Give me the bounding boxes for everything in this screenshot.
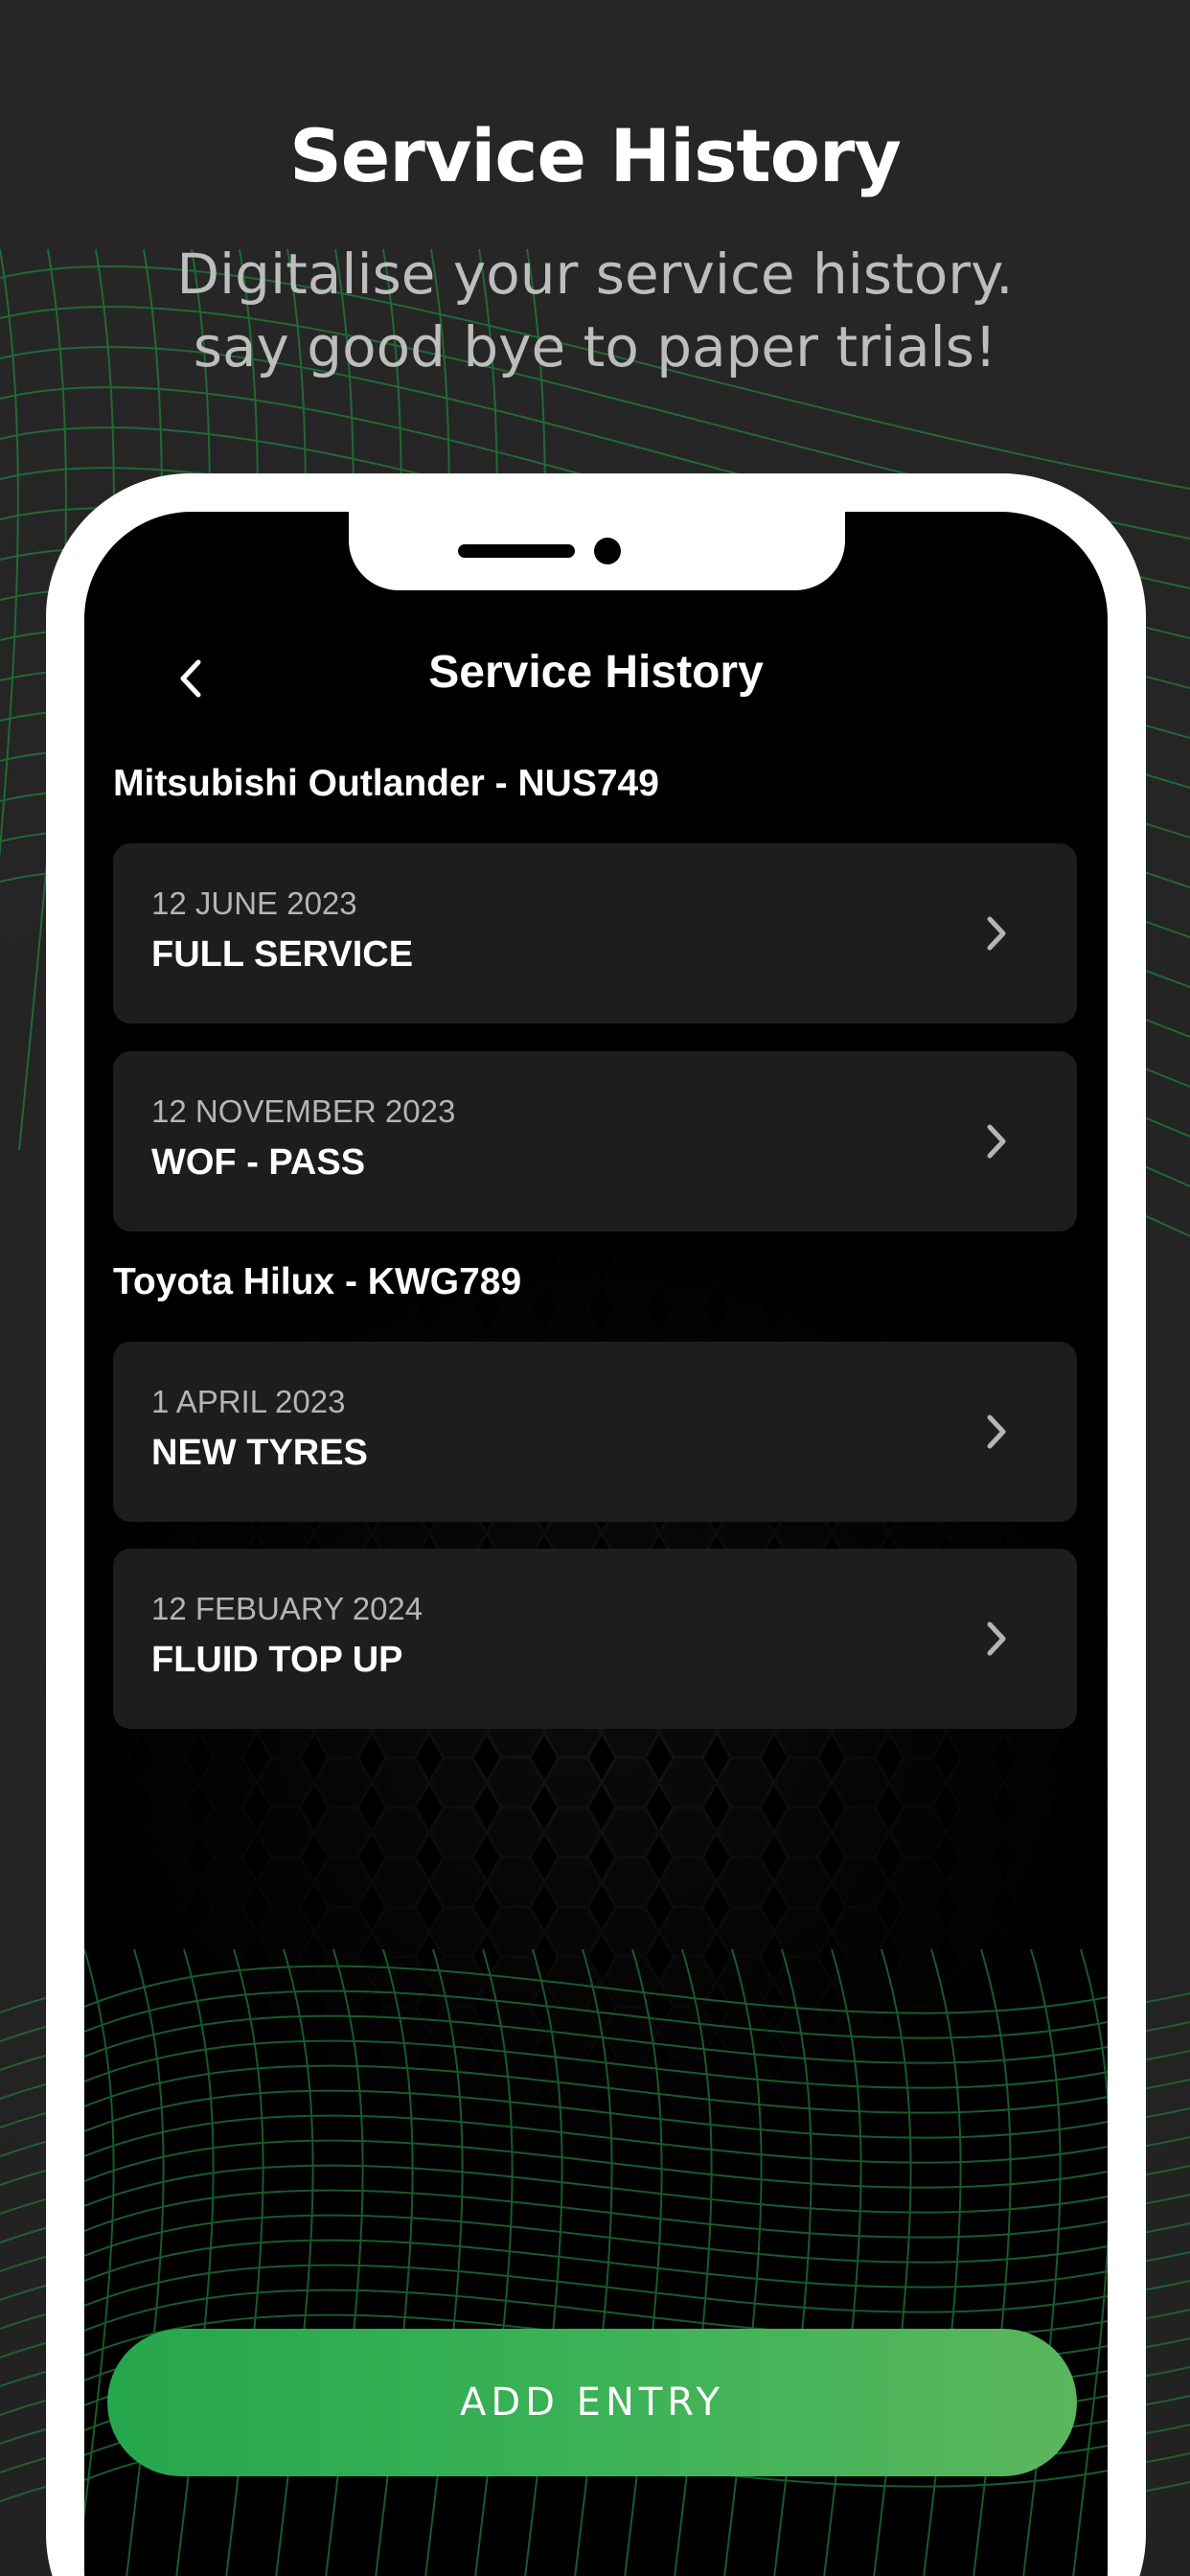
service-entry-card[interactable]: 1 APRIL 2023 NEW TYRES <box>113 1342 1077 1522</box>
entry-type: FULL SERVICE <box>151 934 414 975</box>
promo-headline: Service History <box>289 113 902 198</box>
vehicle-title: Mitsubishi Outlander - NUS749 <box>113 763 659 804</box>
service-entry-card[interactable]: 12 NOVEMBER 2023 WOF - PASS <box>113 1051 1077 1231</box>
screen-title: Service History <box>428 647 764 698</box>
chevron-right-icon <box>973 1409 1019 1455</box>
promo-subhead: Digitalise your service history. say goo… <box>0 238 1190 383</box>
entry-date: 12 FEBUARY 2024 <box>151 1591 423 1626</box>
speaker-grille <box>458 544 575 558</box>
front-camera <box>594 538 621 564</box>
service-entry-card[interactable]: 12 JUNE 2023 FULL SERVICE <box>113 843 1077 1024</box>
chevron-right-icon <box>973 910 1019 956</box>
entry-date: 1 APRIL 2023 <box>151 1384 346 1419</box>
hexagon-pattern <box>84 512 1108 2576</box>
chevron-right-icon <box>973 1118 1019 1164</box>
entry-type: WOF - PASS <box>151 1142 366 1183</box>
chevron-right-icon <box>973 1616 1019 1662</box>
phone-screen: Service History Mitsubishi Outlander - N… <box>84 512 1108 2576</box>
promo-subhead-line-2: say good bye to paper trials! <box>193 314 997 380</box>
phone-notch <box>349 512 845 590</box>
entry-date: 12 JUNE 2023 <box>151 886 357 921</box>
entry-date: 12 NOVEMBER 2023 <box>151 1093 456 1129</box>
service-entry-card[interactable]: 12 FEBUARY 2024 FLUID TOP UP <box>113 1549 1077 1729</box>
add-entry-button[interactable]: ADD ENTRY <box>107 2329 1077 2476</box>
entry-type: FLUID TOP UP <box>151 1640 403 1680</box>
entry-type: NEW TYRES <box>151 1433 368 1473</box>
promo-subhead-line-1: Digitalise your service history. <box>176 242 1014 307</box>
promo-page: Service History Digitalise your service … <box>0 0 1190 2576</box>
vehicle-title: Toyota Hilux - KWG789 <box>113 1261 522 1302</box>
